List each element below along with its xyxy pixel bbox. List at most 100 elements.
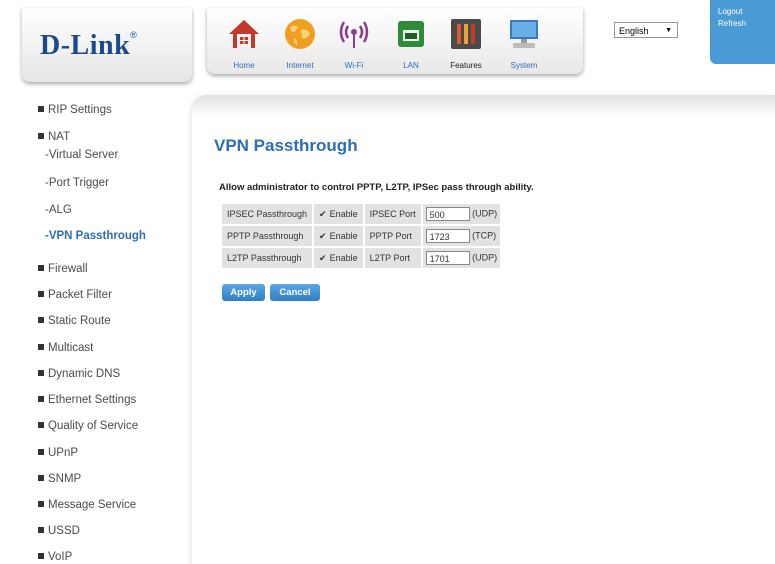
router-admin-page: D-Link® Home Internet Wi-Fi LAN Features… (0, 0, 775, 564)
bullet-icon (38, 291, 44, 297)
sidebar-item-dynamic-dns[interactable]: Dynamic DNS (38, 368, 120, 380)
nav-system-label: System (510, 61, 538, 70)
nav-wifi-label: Wi-Fi (344, 61, 364, 70)
checkmark-icon[interactable]: ✔ (319, 253, 327, 263)
content-panel-header-shade (192, 95, 775, 117)
sidebar-item-nat[interactable]: NAT (38, 131, 70, 143)
table-row: IPSEC Passthrough ✔ Enable IPSEC Port 500… (222, 204, 501, 224)
pptp-port-input[interactable]: 1723 (425, 229, 470, 243)
bullet-icon (38, 370, 44, 376)
nav-home-label: Home (233, 61, 255, 70)
checkmark-icon[interactable]: ✔ (319, 209, 327, 219)
sidebar-item-ussd[interactable]: USSD (38, 525, 80, 537)
sidebar-item-label: Ethernet Settings (48, 394, 137, 406)
sidebar-item-voip[interactable]: VoIP (38, 551, 72, 563)
port-label: L2TP Port (364, 248, 421, 268)
bullet-icon (38, 422, 44, 428)
sidebar-item-label: NAT (48, 131, 71, 143)
globe-icon (285, 19, 315, 49)
nav-lan-label: LAN (403, 61, 419, 70)
logo-panel: D-Link® (22, 8, 192, 82)
page-description: Allow administrator to control PPTP, L2T… (219, 182, 534, 193)
nav-features[interactable]: Features (441, 14, 491, 72)
sidebar-item-label: Dynamic DNS (48, 368, 121, 380)
bullet-icon (38, 106, 44, 112)
enable-label: Enable (329, 252, 358, 263)
nav-features-label: Features (450, 61, 482, 70)
logo-text: D-Link (40, 30, 131, 61)
wifi-icon (339, 21, 369, 48)
sidebar-item-multicast[interactable]: Multicast (38, 342, 93, 354)
sidebar-item-rip-settings[interactable]: RIP Settings (38, 104, 112, 116)
logout-link[interactable]: Logout (710, 0, 775, 16)
sidebar-item-ethernet-settings[interactable]: Ethernet Settings (38, 394, 136, 406)
dlink-logo: D-Link® (40, 30, 137, 62)
sidebar-item-label: Static Route (48, 315, 111, 327)
cancel-button[interactable]: Cancel (270, 284, 320, 301)
bullet-icon (38, 527, 44, 533)
home-icon (229, 20, 259, 48)
refresh-link[interactable]: Refresh (710, 16, 775, 28)
port-input-cell: 500 (UDP) (422, 204, 501, 224)
protocol-label: (UDP) (472, 208, 498, 219)
sidebar-item-label: Multicast (48, 342, 94, 354)
monitor-icon (510, 20, 538, 48)
enable-checkbox-cell[interactable]: ✔ Enable (314, 248, 363, 268)
bullet-icon (38, 317, 44, 323)
enable-label: Enable (329, 208, 358, 219)
checkmark-icon[interactable]: ✔ (319, 231, 327, 241)
language-select[interactable]: English ▼ (614, 22, 678, 38)
ipsec-port-input[interactable]: 500 (425, 207, 470, 221)
sidebar-subitem-vpn-passthrough[interactable]: -VPN Passthrough (45, 230, 146, 242)
protocol-label: (TCP) (472, 230, 497, 241)
sidebar-subitem-virtual-server[interactable]: -Virtual Server (45, 149, 118, 161)
sidebar-item-label: Message Service (48, 499, 137, 511)
sidebar-item-label: USSD (48, 525, 80, 537)
sidebar-item-message-service[interactable]: Message Service (38, 499, 136, 511)
nav-internet[interactable]: Internet (275, 14, 325, 72)
sidebar-item-upnp[interactable]: UPnP (38, 447, 78, 459)
port-label: IPSEC Port (364, 204, 421, 224)
features-icon (451, 19, 481, 49)
apply-button[interactable]: Apply (222, 284, 265, 301)
sidebar-item-firewall[interactable]: Firewall (38, 263, 88, 275)
nav-lan[interactable]: LAN (386, 14, 436, 72)
l2tp-port-input[interactable]: 1701 (425, 251, 470, 265)
table-row: L2TP Passthrough ✔ Enable L2TP Port 1701 … (222, 248, 501, 268)
nav-home[interactable]: Home (219, 14, 269, 72)
logo-registered-mark: ® (130, 30, 138, 40)
language-selected-value: English (619, 26, 649, 36)
sidebar-item-label: SNMP (48, 473, 82, 485)
bullet-icon (38, 553, 44, 559)
bullet-icon (38, 475, 44, 481)
enable-checkbox-cell[interactable]: ✔ Enable (314, 204, 363, 224)
sidebar-subitem-alg[interactable]: -ALG (45, 204, 72, 216)
sidebar-item-label: UPnP (48, 447, 79, 459)
bullet-icon (38, 396, 44, 402)
sidebar-item-static-route[interactable]: Static Route (38, 315, 111, 327)
table-row: PPTP Passthrough ✔ Enable PPTP Port 1723 … (222, 226, 501, 246)
content-panel (192, 95, 775, 564)
sidebar-item-quality-of-service[interactable]: Quality of Service (38, 420, 138, 432)
enable-checkbox-cell[interactable]: ✔ Enable (314, 226, 363, 246)
sidebar-item-label: RIP Settings (48, 104, 112, 116)
port-input-cell: 1701 (UDP) (422, 248, 501, 268)
sidebar-subitem-port-trigger[interactable]: -Port Trigger (45, 177, 109, 189)
protocol-label: (UDP) (472, 252, 498, 263)
page-title: VPN Passthrough (214, 136, 358, 155)
sidebar-item-label: VoIP (48, 551, 73, 563)
lan-icon (398, 21, 424, 47)
nav-wifi[interactable]: Wi-Fi (329, 14, 379, 72)
sidebar-item-label: Packet Filter (48, 289, 112, 301)
dropdown-arrow-icon: ▼ (665, 27, 672, 34)
row-name: L2TP Passthrough (222, 248, 313, 268)
sidebar-item-label: Quality of Service (48, 420, 139, 432)
port-label: PPTP Port (364, 226, 421, 246)
vpn-passthrough-table: IPSEC Passthrough ✔ Enable IPSEC Port 500… (220, 202, 502, 270)
bullet-icon (38, 133, 44, 139)
sidebar-item-snmp[interactable]: SNMP (38, 473, 81, 485)
sidebar-item-packet-filter[interactable]: Packet Filter (38, 289, 112, 301)
port-input-cell: 1723 (TCP) (422, 226, 501, 246)
nav-system[interactable]: System (499, 14, 549, 72)
row-name: PPTP Passthrough (222, 226, 313, 246)
